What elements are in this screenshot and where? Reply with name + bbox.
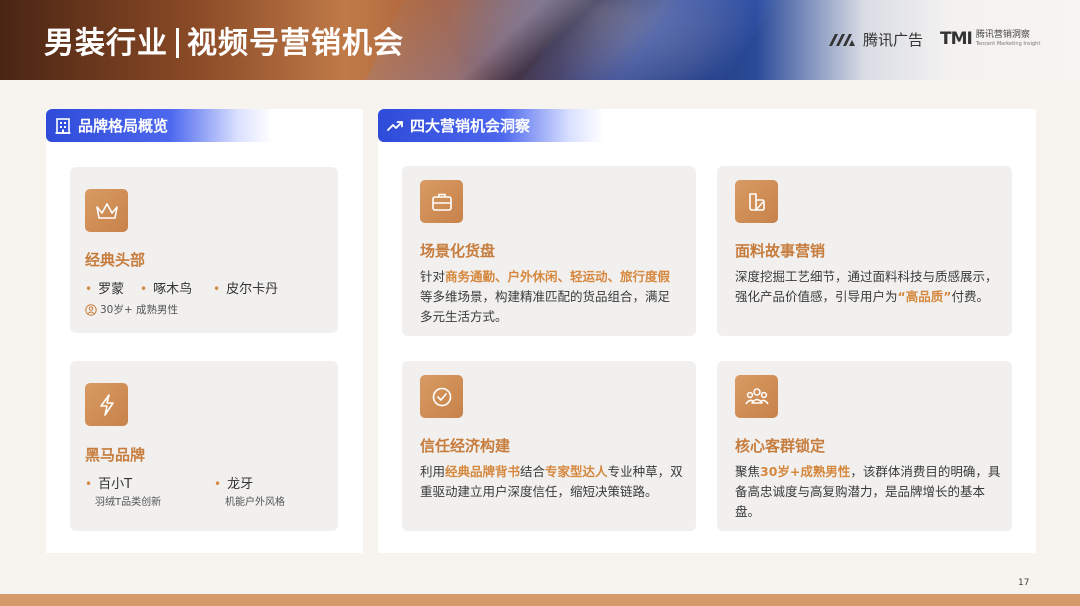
- brand-name: 罗蒙: [98, 282, 125, 297]
- briefcase-icon: [420, 180, 463, 223]
- header-banner: 男装行业 视频号营销机会 腾讯广告 TMI 腾讯营销洞察 Tencent Mark…: [0, 0, 1080, 80]
- brand-item: • 皮尔卡丹: [213, 282, 279, 297]
- scenario-goods-title: 场景化货盘: [420, 242, 496, 260]
- brand-name: 皮尔卡丹: [226, 282, 279, 297]
- brand-note: 机能户外风格: [225, 497, 285, 508]
- marketing-insights-panel: 四大营销机会洞察 场景化货盘 针对商务通勤、户外休闲、轻运动、旅行度假等多维场景…: [378, 109, 1036, 553]
- trust-economy-body: 利用经典品牌背书结合专家型达人专业种草，双重驱动建立用户深度信任，缩短决策链路。: [420, 464, 683, 499]
- title-divider: [176, 28, 179, 58]
- audience-line: 30岁+ 成熟男性: [85, 302, 178, 317]
- tmi-logo-mark: TMI: [940, 29, 973, 49]
- brand-name: 啄木鸟: [153, 282, 193, 297]
- tencent-ads-logo-icon: [829, 34, 855, 46]
- dark-horse-card: 黑马品牌 • 百小T 羽绒T品类创新 • 龙牙 机能户外风格: [70, 361, 338, 531]
- core-audience-title: 核心客群锁定: [735, 437, 826, 455]
- scenario-goods-card: 场景化货盘 针对商务通勤、户外休闲、轻运动、旅行度假等多维场景，构建精准匹配的货…: [402, 166, 696, 336]
- title-part-1: 男装行业: [44, 26, 168, 61]
- brand-item: • 百小T: [85, 477, 133, 492]
- tencent-ads-logo: 腾讯广告: [827, 27, 923, 51]
- scenario-goods-body: 针对商务通勤、户外休闲、轻运动、旅行度假等多维场景，构建精准匹配的货品组合，满足…: [420, 269, 671, 324]
- brand-name: 百小T: [98, 477, 133, 492]
- tmi-logo-en: Tencent Marketing Insight: [975, 41, 1041, 47]
- dark-horse-title: 黑马品牌: [85, 446, 146, 464]
- user-circle-icon: [85, 303, 97, 316]
- tmi-logo-cn: 腾讯营销洞察: [975, 30, 1030, 40]
- brand-item: • 啄木鸟: [140, 282, 193, 297]
- brand-item: • 龙牙: [214, 477, 254, 492]
- brand-overview-label: 品牌格局概览: [78, 117, 169, 135]
- users-icon: [735, 375, 778, 418]
- tencent-ads-logo-text: 腾讯广告: [863, 30, 924, 49]
- fabric-icon: [735, 180, 778, 223]
- building-icon: [55, 117, 71, 134]
- fabric-story-card: 面料故事营销 深度挖掘工艺细节，通过面料科技与质感展示，强化产品价值感，引导用户…: [717, 166, 1012, 336]
- core-audience-card: 核心客群锁定 聚焦30岁+成熟男性，该群体消费目的明确，具备高忠诚度与高复购潜力…: [717, 361, 1012, 531]
- brand-overview-panel: 品牌格局概览 经典头部 •罗蒙 •啄木鸟 •皮尔卡丹 30岁+ 成熟男性: [46, 109, 363, 553]
- page-title: 男装行业 视频号营销机会: [44, 18, 404, 62]
- fabric-story-title: 面料故事营销: [735, 242, 826, 260]
- tmi-logo: TMI 腾讯营销洞察 Tencent Marketing Insight: [940, 26, 1040, 52]
- trust-economy-title: 信任经济构建: [420, 437, 511, 455]
- crown-icon: [85, 189, 128, 232]
- lightning-icon: [85, 383, 128, 426]
- check-badge-icon: [420, 375, 463, 418]
- title-part-2: 视频号营销机会: [187, 26, 404, 61]
- fabric-story-body: 深度挖掘工艺细节，通过面料科技与质感展示，强化产品价值感，引导用户为“高品质”付…: [735, 269, 998, 304]
- brand-name: 龙牙: [227, 477, 254, 492]
- trend-up-icon: [387, 120, 403, 131]
- trust-economy-card: 信任经济构建 利用经典品牌背书结合专家型达人专业种草，双重驱动建立用户深度信任，…: [402, 361, 696, 531]
- core-audience-body: 聚焦30岁+成熟男性，该群体消费目的明确，具备高忠诚度与高复购潜力，是品牌增长的…: [735, 464, 1001, 519]
- marketing-insights-tag: 四大营销机会洞察: [378, 109, 604, 142]
- classic-brands-title: 经典头部: [85, 251, 146, 269]
- brand-overview-tag: 品牌格局概览: [46, 109, 272, 142]
- classic-brands-card: 经典头部 • 罗蒙 • 啄木鸟 • 皮尔卡丹 30岁+ 成熟男性: [70, 167, 338, 333]
- marketing-insights-label: 四大营销机会洞察: [410, 117, 531, 135]
- brand-note: 羽绒T品类创新: [95, 497, 162, 508]
- audience-text: 30岁+ 成熟男性: [100, 304, 178, 316]
- brand-item: • 罗蒙: [85, 282, 125, 297]
- page-number: 17: [1018, 578, 1030, 588]
- bottom-accent-bar: [0, 594, 1080, 606]
